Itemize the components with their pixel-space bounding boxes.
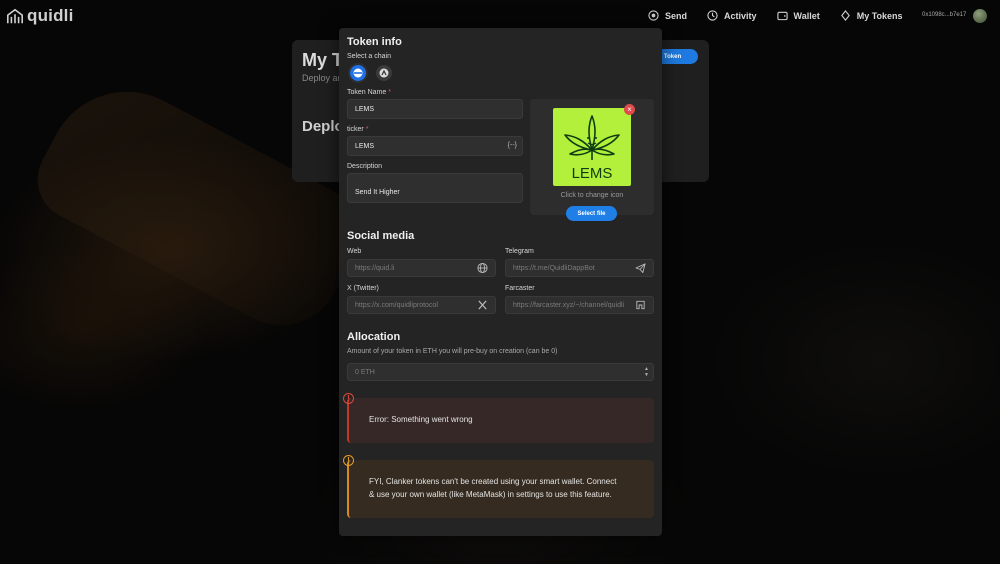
token-name-label-text: Token Name xyxy=(347,89,387,96)
warning-icon: ! xyxy=(343,455,354,466)
ticker-label: ticker * xyxy=(347,126,368,133)
telegram-placeholder: https://t.me/QuidliDappBot xyxy=(513,264,595,272)
x-input[interactable]: https://x.com/quidliprotocol xyxy=(347,296,496,314)
allocation-placeholder: 0 ETH xyxy=(355,368,375,376)
ticker-label-text: ticker xyxy=(347,126,364,133)
page-subtitle: Deploy an xyxy=(302,73,343,83)
nav-wallet[interactable]: Wallet xyxy=(776,10,820,21)
x-label: X (Twitter) xyxy=(347,285,379,292)
x-placeholder: https://x.com/quidliprotocol xyxy=(355,301,438,309)
nav-activity[interactable]: Activity xyxy=(707,10,757,21)
logo-icon xyxy=(6,8,24,24)
wallet-icon xyxy=(776,11,788,21)
nav-send-label: Send xyxy=(665,10,688,21)
token-name-input[interactable]: LEMS xyxy=(347,99,523,119)
section-heading: Deplo xyxy=(302,118,344,135)
x-icon xyxy=(478,300,487,310)
my-tokens-icon xyxy=(840,10,850,21)
nav-links: Send Activity Wallet My Tokens xyxy=(648,10,903,21)
social-media-title: Social media xyxy=(347,230,415,242)
nav-activity-label: Activity xyxy=(724,10,757,21)
alt-chain-icon xyxy=(379,68,389,78)
ticker-value: LEMS xyxy=(355,142,375,150)
token-image-text: LEMS xyxy=(572,165,613,182)
warning-text: FYI, Clanker tokens can't be created usi… xyxy=(369,475,616,501)
avatar[interactable] xyxy=(973,9,987,23)
ticker-format-icon: {--} xyxy=(507,142,517,149)
nav-send[interactable]: Send xyxy=(648,10,687,21)
warning-alert: FYI, Clanker tokens can't be created usi… xyxy=(347,460,654,518)
token-info-modal: Token info Select a chain Token Name * LE… xyxy=(339,28,662,536)
web-input[interactable]: https://quid.li xyxy=(347,259,496,277)
chain-option-alt[interactable] xyxy=(376,65,392,81)
allocation-description: Amount of your token in ETH you will pre… xyxy=(347,348,558,355)
description-value: Send It Higher xyxy=(355,189,400,196)
token-name-value: LEMS xyxy=(355,105,375,113)
error-alert: Error: Something went wrong xyxy=(347,398,654,443)
token-name-label: Token Name * xyxy=(347,89,391,96)
ticker-input[interactable]: LEMS {--} xyxy=(347,136,523,156)
description-textarea[interactable]: Send It Higher xyxy=(347,173,523,203)
required-mark: * xyxy=(388,89,392,96)
nav-wallet-label: Wallet xyxy=(793,10,820,21)
farcaster-placeholder: https://farcaster.xyz/~/channel/quidli xyxy=(513,301,625,309)
nav-my-tokens[interactable]: My Tokens xyxy=(840,10,903,21)
farcaster-label: Farcaster xyxy=(505,285,535,292)
web-placeholder: https://quid.li xyxy=(355,264,395,272)
allocation-input[interactable]: 0 ETH ▲ ▼ xyxy=(347,363,654,381)
activity-icon xyxy=(707,10,718,21)
remove-icon-button[interactable]: × xyxy=(624,104,635,115)
number-stepper[interactable]: ▲ ▼ xyxy=(644,366,649,378)
wallet-address[interactable]: 0x1098c...b7e17 xyxy=(922,12,966,18)
logo[interactable]: quidli xyxy=(6,6,74,26)
telegram-label: Telegram xyxy=(505,248,534,255)
chain-label: Select a chain xyxy=(347,53,391,60)
select-file-button[interactable]: Select file xyxy=(566,206,617,221)
web-label: Web xyxy=(347,248,362,255)
error-text: Error: Something went wrong xyxy=(369,415,473,424)
token-icon-image[interactable]: LEMS xyxy=(553,108,631,186)
logo-text: quidli xyxy=(27,6,74,25)
warning-line-2: & use your own wallet (like MetaMask) in… xyxy=(369,490,612,499)
error-icon: ! xyxy=(343,393,354,404)
globe-icon xyxy=(477,262,488,274)
warning-line-1: FYI, Clanker tokens can't be created usi… xyxy=(369,477,617,486)
telegram-icon xyxy=(635,263,646,274)
cannabis-leaf-icon: LEMS xyxy=(564,115,620,182)
description-label: Description xyxy=(347,163,383,170)
send-icon xyxy=(648,10,659,21)
modal-title: Token info xyxy=(347,36,402,48)
page-title: My T xyxy=(302,50,344,70)
token-icon-panel: LEMS × Click to change icon Select file xyxy=(530,99,654,221)
farcaster-icon xyxy=(636,300,645,310)
chain-option-base[interactable] xyxy=(350,65,366,81)
allocation-title: Allocation xyxy=(347,331,401,343)
nav-my-tokens-label: My Tokens xyxy=(856,10,903,21)
farcaster-input[interactable]: https://farcaster.xyz/~/channel/quidli xyxy=(505,296,654,314)
required-mark: * xyxy=(365,126,369,133)
base-chain-icon xyxy=(353,68,363,78)
change-icon-text[interactable]: Click to change icon xyxy=(530,192,654,199)
telegram-input[interactable]: https://t.me/QuidliDappBot xyxy=(505,259,654,277)
